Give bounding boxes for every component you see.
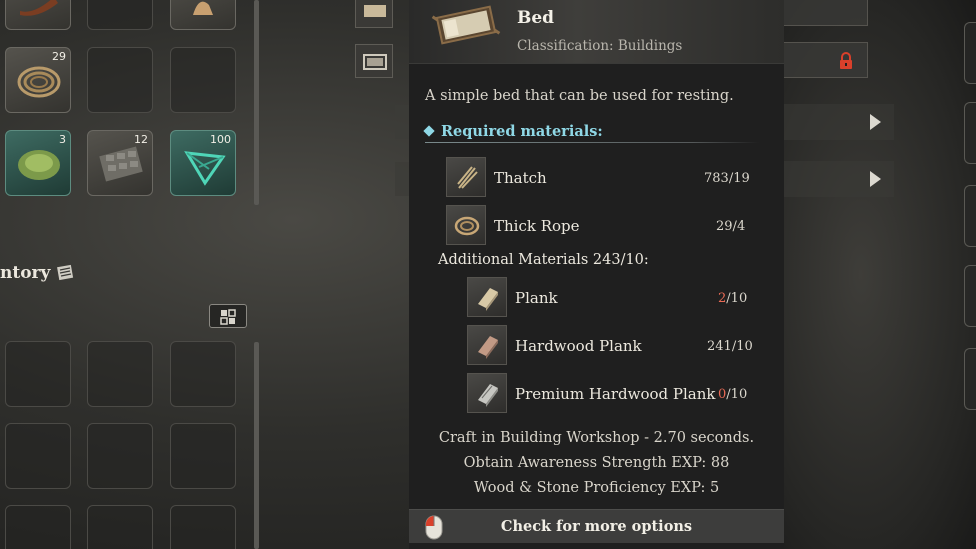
rope-icon <box>17 66 61 98</box>
item-name: Bed <box>517 8 555 28</box>
stone-brick-icon <box>99 146 143 182</box>
tooltip-header: Bed Classification: Buildings <box>409 0 784 64</box>
grid-icon <box>220 309 236 325</box>
mushroom-icon <box>193 1 213 15</box>
side-tab[interactable] <box>964 185 976 247</box>
item-count: 29 <box>52 50 66 63</box>
horn-icon <box>20 0 58 16</box>
thick-rope-icon <box>446 205 486 245</box>
build-item-bar[interactable] <box>784 0 868 26</box>
inventory-slot-horn[interactable] <box>5 0 71 30</box>
material-name: Plank <box>515 289 558 307</box>
inventory-slot-empty[interactable] <box>87 423 153 489</box>
inventory-slot-empty[interactable] <box>87 505 153 549</box>
material-need: 19 <box>733 171 750 186</box>
inventory-slot-empty[interactable] <box>170 47 236 113</box>
inventory-slot-empty[interactable] <box>87 0 153 30</box>
bed-frame-thumb-icon <box>363 54 387 70</box>
premium-hardwood-plank-icon <box>467 373 507 413</box>
right-background <box>784 0 976 549</box>
inventory-title: ntory <box>0 263 51 283</box>
more-options-label: Check for more options <box>500 518 693 535</box>
item-count: 100 <box>210 133 231 146</box>
lock-icon <box>840 52 852 69</box>
item-count: 3 <box>59 133 66 146</box>
material-need: 10 <box>730 291 748 306</box>
side-tab[interactable] <box>964 348 976 410</box>
material-row-premium-hardwood-plank: Premium Hardwood Plank 0/10 <box>467 373 757 413</box>
item-tooltip: Bed Classification: Buildings A simple b… <box>409 0 784 549</box>
material-row-plank: Plank 2/10 <box>467 277 757 317</box>
material-name: Premium Hardwood Plank <box>515 385 716 403</box>
build-row[interactable] <box>395 105 409 139</box>
material-need: 10 <box>736 339 753 354</box>
proficiency-text: Wood & Stone Proficiency EXP: 5 <box>473 480 720 496</box>
additional-materials-label: Additional Materials 243/10: <box>438 252 649 268</box>
required-materials-heading: Required materials: <box>423 123 603 140</box>
inventory-slot-rope[interactable]: 29 <box>5 47 71 113</box>
material-count: 29/4 <box>716 219 745 234</box>
side-tab[interactable] <box>964 102 976 164</box>
inventory-slot-empty[interactable] <box>5 423 71 489</box>
material-need: 4 <box>736 219 746 234</box>
item-classification: Classification: Buildings <box>517 38 683 54</box>
diamond-icon <box>423 125 435 137</box>
side-tab[interactable] <box>964 22 976 84</box>
material-row-hardwood-plank: Hardwood Plank 241/10 <box>467 325 757 365</box>
expand-arrow-icon[interactable] <box>870 114 881 130</box>
required-materials-label: Required materials: <box>441 123 603 140</box>
side-tab[interactable] <box>964 265 976 327</box>
plank-icon <box>467 277 507 317</box>
inventory-scrollbar-top[interactable] <box>254 0 259 205</box>
green-shell-icon <box>18 150 60 180</box>
crystal-icon <box>184 151 226 186</box>
inventory-scrollbar-bottom[interactable] <box>254 342 259 549</box>
more-options-button[interactable]: Check for more options <box>409 509 784 543</box>
material-have: 241 <box>707 339 732 354</box>
heading-divider <box>425 142 759 143</box>
bed-thumb-icon <box>364 5 386 17</box>
material-name: Thatch <box>494 169 547 187</box>
expand-arrow-icon[interactable] <box>870 171 881 187</box>
inventory-slot-empty[interactable] <box>5 505 71 549</box>
inventory-slot-empty[interactable] <box>170 423 236 489</box>
inventory-sort-icon[interactable] <box>55 261 77 283</box>
material-count: 241/10 <box>707 339 753 354</box>
material-row-thatch: Thatch 783/19 <box>446 157 750 197</box>
craft-time-text: Craft in Building Workshop - 2.70 second… <box>438 430 755 446</box>
inventory-slot-stone-brick[interactable]: 12 <box>87 130 153 196</box>
inventory-slot-empty[interactable] <box>170 505 236 549</box>
build-item-thumb[interactable] <box>355 44 393 78</box>
inventory-slot-mushroom[interactable] <box>170 0 236 30</box>
inventory-slot-green-shell[interactable]: 3 <box>5 130 71 196</box>
build-item-thumb[interactable] <box>355 0 393 28</box>
material-have: 29 <box>716 219 733 234</box>
inventory-slot-empty[interactable] <box>170 341 236 407</box>
inventory-slot-empty[interactable] <box>87 47 153 113</box>
material-name: Hardwood Plank <box>515 337 642 355</box>
material-row-thick-rope: Thick Rope 29/4 <box>446 205 746 245</box>
inventory-slot-empty[interactable] <box>5 341 71 407</box>
item-description: A simple bed that can be used for restin… <box>425 88 734 104</box>
material-count: 2/10 <box>718 291 747 306</box>
material-name: Thick Rope <box>494 217 580 235</box>
exp-text: Obtain Awareness Strength EXP: 88 <box>463 455 730 471</box>
material-count: 0/10 <box>718 387 747 402</box>
build-item-bar-locked[interactable] <box>784 42 868 78</box>
grid-view-button[interactable] <box>209 304 247 328</box>
inventory-slot-crystal[interactable]: 100 <box>170 130 236 196</box>
item-count: 12 <box>134 133 148 146</box>
material-have: 783 <box>704 171 729 186</box>
thatch-icon <box>446 157 486 197</box>
material-need: 10 <box>730 387 748 402</box>
inventory-slot-empty[interactable] <box>87 341 153 407</box>
bed-icon <box>431 5 501 45</box>
hardwood-plank-icon <box>467 325 507 365</box>
material-count: 783/19 <box>704 171 750 186</box>
build-row[interactable] <box>395 162 409 196</box>
